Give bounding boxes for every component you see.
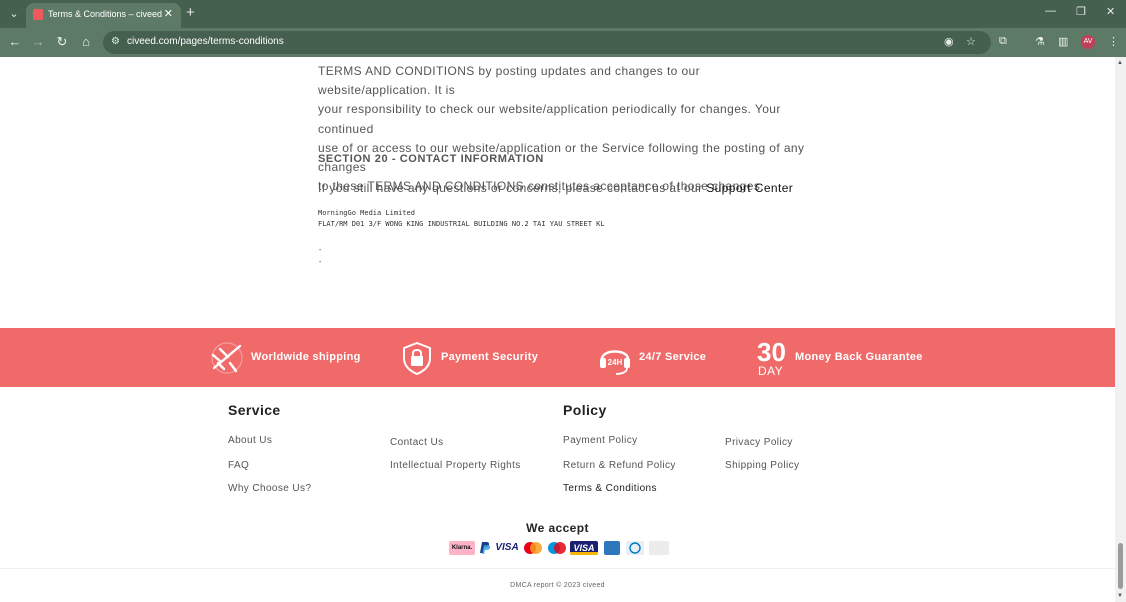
home-icon[interactable]: ⌂ xyxy=(78,34,94,49)
footer-link-terms-conditions[interactable]: Terms & Conditions xyxy=(563,483,657,494)
footer-link-payment-policy[interactable]: Payment Policy xyxy=(563,435,638,446)
footer-policy-heading: Policy xyxy=(563,402,607,418)
tracking-eye-off-icon[interactable]: ◉ xyxy=(944,35,954,48)
scrollbar-thumb[interactable] xyxy=(1118,543,1123,589)
support-center-link[interactable]: Support Center xyxy=(706,181,793,195)
profile-avatar[interactable]: AV xyxy=(1081,35,1095,49)
30-day-icon: 30 xyxy=(757,337,786,367)
contact-text: If you still have any questions or conce… xyxy=(318,181,793,195)
paragraph-line: your responsibility to check our website… xyxy=(318,102,781,136)
browser-tab-active[interactable]: Terms & Conditions – civeed ✕ xyxy=(26,3,181,28)
feature-label: 24/7 Service xyxy=(639,351,707,363)
forward-arrow-icon[interactable]: → xyxy=(30,34,46,49)
feature-label: Payment Security xyxy=(441,351,539,363)
footer-divider xyxy=(0,568,1115,569)
paragraph-line: TERMS AND CONDITIONS by posting updates … xyxy=(318,64,701,98)
new-tab-plus-icon[interactable]: + xyxy=(186,4,195,21)
klarna-logo: Klarna. xyxy=(449,541,475,555)
we-accept-heading: We accept xyxy=(526,521,589,535)
diners-club-logo xyxy=(626,541,644,555)
footer-link-contact-us[interactable]: Contact Us xyxy=(390,437,443,448)
airplane-icon xyxy=(211,342,243,374)
amex-logo xyxy=(604,541,620,555)
footer-link-faq[interactable]: FAQ xyxy=(228,460,249,471)
page-viewport: TERMS AND CONDITIONS by posting updates … xyxy=(0,57,1115,602)
page-scrollbar[interactable]: ▲ ▼ xyxy=(1115,57,1126,602)
headset-24h-text: 24H xyxy=(608,358,623,367)
site-favicon-icon xyxy=(33,9,43,20)
visa-logo: VISA xyxy=(495,542,519,553)
contact-text-body: If you still have any questions or conce… xyxy=(318,181,707,195)
back-arrow-icon[interactable]: ← xyxy=(7,34,23,49)
footer-link-shipping-policy[interactable]: Shipping Policy xyxy=(725,460,799,471)
headset-24h-icon: 24H xyxy=(600,350,630,375)
labs-flask-icon[interactable]: ⚗ xyxy=(1035,35,1045,48)
url-text[interactable]: civeed.com/pages/terms-conditions xyxy=(127,36,284,47)
30-day-unit: DAY xyxy=(758,364,784,378)
tab-title: Terms & Conditions – civeed xyxy=(48,9,163,19)
browser-toolbar: ← → ↻ ⌂ ⚙ civeed.com/pages/terms-conditi… xyxy=(0,28,1126,57)
scroll-up-arrow-icon[interactable]: ▲ xyxy=(1117,60,1123,66)
separator-dash: - xyxy=(318,258,323,266)
browser-tab-strip: ⌄ Terms & Conditions – civeed ✕ + — ❐ ✕ xyxy=(0,0,1126,28)
footer-link-return-refund[interactable]: Return & Refund Policy xyxy=(563,460,676,471)
footer-link-privacy-policy[interactable]: Privacy Policy xyxy=(725,437,793,448)
separator-dash: - xyxy=(318,246,323,254)
side-panel-icon[interactable]: ▥ xyxy=(1058,35,1068,48)
browser-menu-icon[interactable]: ⋮ xyxy=(1108,35,1119,48)
tab-search-chevron-icon[interactable]: ⌄ xyxy=(6,6,22,22)
section-title: SECTION 20 - CONTACT INFORMATION xyxy=(318,153,544,165)
address-bar[interactable]: ⚙ civeed.com/pages/terms-conditions ◉ ☆ xyxy=(103,31,991,54)
scroll-down-arrow-icon[interactable]: ▼ xyxy=(1117,593,1123,599)
company-address: FLAT/RM D01 3/F WONG KING INDUSTRIAL BUI… xyxy=(318,220,605,228)
tab-close-icon[interactable]: ✕ xyxy=(164,7,173,20)
feature-label: Money Back Guarantee xyxy=(795,351,923,363)
footer-service-heading: Service xyxy=(228,402,281,418)
footer-link-about-us[interactable]: About Us xyxy=(228,435,272,446)
visa-card-logo: VISA xyxy=(570,541,598,555)
shield-lock-icon xyxy=(403,341,431,375)
footer-link-why-choose-us[interactable]: Why Choose Us? xyxy=(228,483,311,494)
footer-link-intellectual-property[interactable]: Intellectual Property Rights xyxy=(390,460,521,471)
copyright-text: DMCA report © 2023 civeed xyxy=(510,582,605,589)
maestro-logo xyxy=(548,542,566,554)
mastercard-logo xyxy=(524,542,542,554)
extensions-icon[interactable]: ⧉ xyxy=(999,35,1007,48)
window-close-icon[interactable]: ✕ xyxy=(1106,5,1115,18)
bookmark-star-icon[interactable]: ☆ xyxy=(966,35,976,48)
reload-icon[interactable]: ↻ xyxy=(54,34,70,50)
payment-methods: Klarna. VISA VISA xyxy=(449,541,671,557)
discover-logo xyxy=(649,541,669,555)
company-name: MorningGo Media Limited xyxy=(318,209,415,217)
site-info-icon[interactable]: ⚙ xyxy=(111,36,120,47)
paypal-logo xyxy=(480,542,491,554)
terms-paragraph: TERMS AND CONDITIONS by posting updates … xyxy=(318,62,808,196)
feature-label: Worldwide shipping xyxy=(251,351,361,363)
feature-banner: Worldwide shipping Payment Security 24H … xyxy=(0,328,1115,387)
window-restore-icon[interactable]: ❐ xyxy=(1076,5,1086,18)
window-minimize-icon[interactable]: — xyxy=(1045,5,1056,17)
